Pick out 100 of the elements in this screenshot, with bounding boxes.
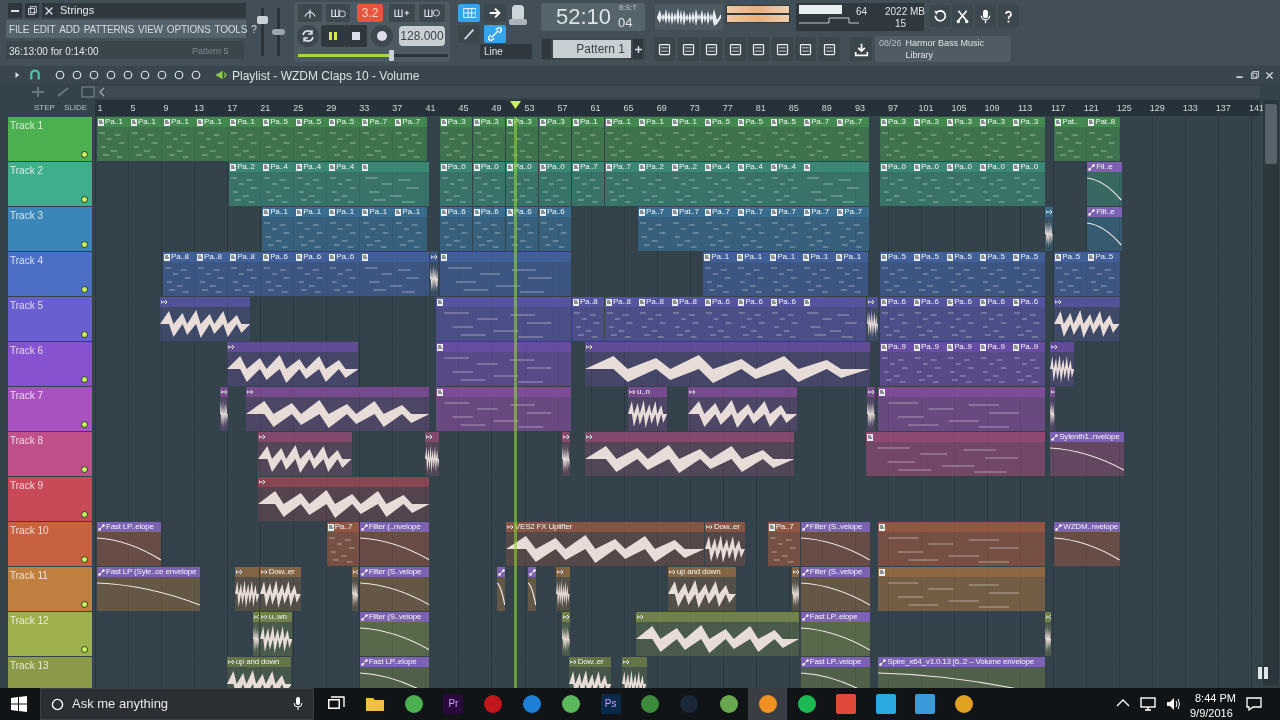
playlist-clip[interactable]: Pa..6 — [439, 207, 473, 251]
playlist-clip[interactable]: Pa..7 — [836, 207, 869, 251]
playlist-clip[interactable]: Pa..4 — [770, 162, 803, 206]
playlist-clip[interactable]: Sylenth1..nvelope — [1050, 432, 1125, 476]
playlist-clip[interactable]: Pa..7 — [803, 207, 836, 251]
playlist-clip[interactable]: Pa..6 — [979, 297, 1012, 341]
playlist-clip[interactable]: Pa..2 — [229, 162, 262, 206]
playlist-clip[interactable]: Pa..8 — [571, 297, 605, 341]
playlist-clip[interactable]: Pa..4 — [262, 162, 295, 206]
playlist-clip[interactable]: Pa..9 — [946, 342, 979, 386]
playlist-clip[interactable]: Pa..2 — [638, 162, 671, 206]
playlist-clip[interactable]: Pa..6 — [704, 297, 737, 341]
playlist-clip[interactable]: Dow..er — [259, 567, 301, 611]
playlist-clip[interactable]: Pa..1 — [605, 117, 638, 161]
playlist-clip[interactable]: Pa..3 — [538, 117, 572, 161]
playlist-clip[interactable]: Filter (S..velope — [359, 612, 430, 656]
playlist-clip[interactable]: Pa..5 — [913, 252, 946, 296]
playlist-clip[interactable]: Pa..5 — [328, 117, 361, 161]
playlist-clip[interactable]: Pa..0 — [505, 162, 539, 206]
playlist-clip[interactable]: u..n — [628, 387, 668, 431]
playlist-clip[interactable]: Pa..9 — [1012, 342, 1045, 386]
clock-time[interactable]: 8:44 PM — [1195, 690, 1236, 707]
playlist-clip[interactable]: Pa..3 — [1012, 117, 1045, 161]
playlist-clip[interactable]: Pa..8 — [638, 297, 671, 341]
playlist-clip[interactable]: Pa..3 — [913, 117, 946, 161]
playlist-clip[interactable]: Pa..8 — [229, 252, 262, 296]
menu-item[interactable]: EDIT — [33, 21, 56, 37]
playlist-clip[interactable]: Pa..3 — [880, 117, 913, 161]
playlist-clip[interactable]: u..wn — [259, 612, 293, 656]
playlist-clip[interactable]: Pa..5 — [880, 252, 913, 296]
title-field[interactable]: Strings — [56, 3, 246, 18]
playlist-clip[interactable]: Pa..7 — [836, 117, 869, 161]
playlist-clip[interactable]: Pa..1 — [703, 252, 736, 296]
playlist-clip[interactable]: Pa..4 — [737, 162, 770, 206]
playlist-clip[interactable]: Pa..1 — [97, 117, 130, 161]
playlist-clip[interactable]: Pa..6 — [472, 207, 506, 251]
playlist-clip[interactable]: Pa..3 — [439, 117, 473, 161]
counter-button[interactable]: 3.2 — [357, 4, 383, 22]
playlist-clip[interactable]: Fast LP..elope — [97, 522, 161, 566]
playlist-clip[interactable]: Pa..1 — [328, 207, 361, 251]
playlist-clip[interactable]: Fil..e — [1087, 162, 1122, 206]
playlist-clip[interactable]: Pat..7 — [671, 207, 704, 251]
menu-item[interactable]: TOOLS — [214, 21, 248, 37]
playlist-clip[interactable]: Pa..6 — [880, 297, 913, 341]
playlist-clip[interactable]: Pa..7 — [770, 207, 803, 251]
playlist-clip[interactable]: Pa..1 — [229, 117, 262, 161]
playlist-clip[interactable]: Pa..6 — [505, 207, 539, 251]
clock-date[interactable]: 9/9/2016 — [1190, 705, 1233, 720]
playlist-clip[interactable]: Pa..6 — [737, 297, 770, 341]
playlist-clip[interactable]: Filter (S..velope — [800, 522, 870, 566]
playlist-clip[interactable]: Pa..4 — [704, 162, 737, 206]
playlist-clip[interactable]: Pa..9 — [979, 342, 1012, 386]
playlist-clip[interactable]: Pa..0 — [538, 162, 572, 206]
playlist-clip[interactable]: Pa..0 — [439, 162, 473, 206]
ruler-option[interactable]: STEP — [34, 103, 55, 113]
playlist-clip[interactable]: Pa..7 — [394, 117, 427, 161]
playlist-clip[interactable]: Pa..1 — [262, 207, 295, 251]
playlist-clip[interactable]: Pa..7 — [803, 117, 836, 161]
playlist-clip[interactable]: up and down — [667, 567, 736, 611]
playlist-clip[interactable]: Pa..6 — [1012, 297, 1045, 341]
playlist-clip[interactable]: Pa..6 — [328, 252, 361, 296]
playlist-clip[interactable]: Pa..1 — [130, 117, 163, 161]
playlist-clip[interactable]: WZDM..nvelope — [1054, 522, 1120, 566]
playlist-clip[interactable]: Fast LP..elope — [800, 612, 870, 656]
playlist-clip[interactable]: Pat.. — [1054, 117, 1087, 161]
playlist-clip[interactable]: Pa..5 — [946, 252, 979, 296]
search-field[interactable]: Ask me anything — [72, 694, 285, 714]
playlist-clip[interactable]: Pa..0 — [1012, 162, 1045, 206]
menu-item[interactable]: OPTIONS — [166, 21, 211, 37]
playlist-clip[interactable]: Pa..0 — [979, 162, 1012, 206]
playlist-clip[interactable]: Pa..8 — [196, 252, 229, 296]
playlist-clip[interactable]: Pa..8 — [605, 297, 638, 341]
menu-item[interactable]: PATTERNS — [83, 21, 135, 37]
menu-item[interactable]: ADD — [59, 21, 80, 37]
playlist-clip[interactable]: Pa..6 — [295, 252, 328, 296]
playlist-clip[interactable]: Pa..2 — [671, 162, 704, 206]
ruler-option[interactable]: SLIDE — [64, 103, 88, 113]
playlist-clip[interactable]: Pa..1 — [163, 117, 196, 161]
playlist-clip[interactable]: Pa..9 — [913, 342, 946, 386]
playlist-clip[interactable]: Pa..1 — [736, 252, 769, 296]
playlist-clip[interactable]: Pa..7 — [737, 207, 770, 251]
playlist-clip[interactable]: Pa..9 — [880, 342, 913, 386]
pattern-field[interactable]: Pattern 1 — [553, 40, 631, 58]
playlist-clip[interactable]: Pa..7 — [361, 117, 394, 161]
menu-item[interactable]: VIEW — [138, 21, 163, 37]
playlist-clip[interactable]: Pat..8 — [1087, 117, 1120, 161]
playlist-clip[interactable]: Filter (S..velope — [800, 567, 870, 611]
playlist-clip[interactable]: Fast LP (Syle..ce envelope — [97, 567, 200, 611]
playlist-clip[interactable]: Pa..7 — [704, 207, 737, 251]
playlist-clip[interactable]: Pa..7 — [326, 522, 360, 566]
playlist-clip[interactable]: Pa..3 — [472, 117, 506, 161]
playlist-clip[interactable]: Pa..3 — [505, 117, 539, 161]
playlist-clip[interactable]: Pa..6 — [913, 297, 946, 341]
playlist-clip[interactable]: Pa..3 — [979, 117, 1012, 161]
playlist-clip[interactable]: Pa..1 — [361, 207, 394, 251]
playlist-clip[interactable]: Filter (..nvelope — [359, 522, 430, 566]
playlist-clip[interactable]: Pa..5 — [1012, 252, 1045, 296]
playlist-clip[interactable]: Pa..7 — [767, 522, 801, 566]
snap-dropdown[interactable]: Line — [480, 44, 532, 59]
playlist-clip[interactable]: Pa..5 — [1087, 252, 1120, 296]
